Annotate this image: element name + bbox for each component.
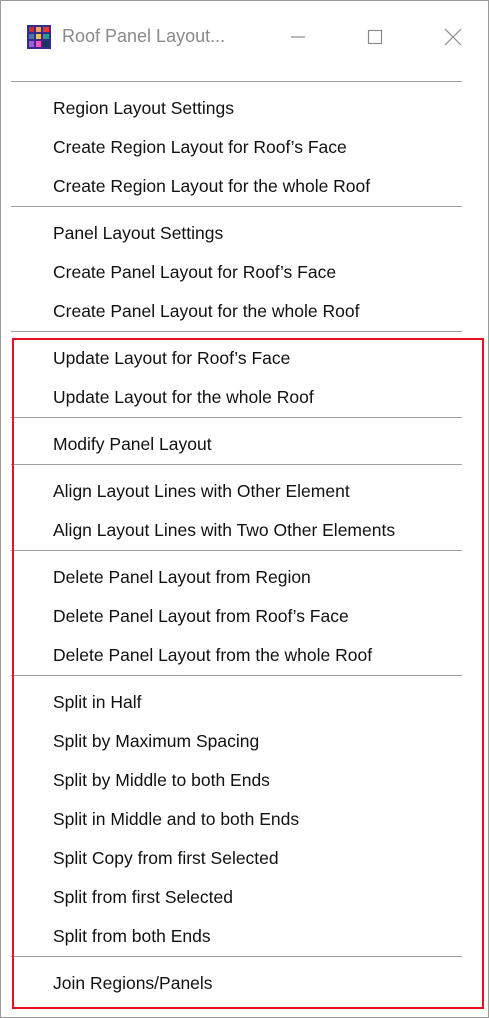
menu-item-create-region-layout-roof[interactable]: Create Region Layout for the whole Roof <box>11 167 486 206</box>
maximize-button[interactable] <box>355 17 395 57</box>
menu-item-split-max-spacing[interactable]: Split by Maximum Spacing <box>11 722 486 761</box>
window-title: Roof Panel Layout... <box>62 26 226 46</box>
menu-item-split-middle-to-ends[interactable]: Split by Middle to both Ends <box>11 761 486 800</box>
menu-item-split-from-both-ends[interactable]: Split from both Ends <box>11 917 486 956</box>
menu-item-delete-layout-face[interactable]: Delete Panel Layout from Roof’s Face <box>11 597 486 636</box>
maximize-icon <box>367 29 383 45</box>
roof-panel-layout-window: Roof Panel Layout... Region Layout Setti… <box>0 0 489 1018</box>
menu-item-join-regions-panels[interactable]: Join Regions/Panels <box>11 964 486 1003</box>
menu-item-create-panel-layout-face[interactable]: Create Panel Layout for Roof’s Face <box>11 253 486 292</box>
close-icon <box>444 28 462 46</box>
menu-item-split-in-half[interactable]: Split in Half <box>11 683 486 722</box>
menu-item-split-copy-first-selected[interactable]: Split Copy from first Selected <box>11 839 486 878</box>
menu-item-modify-panel-layout[interactable]: Modify Panel Layout <box>11 425 486 464</box>
menu-item-update-layout-roof[interactable]: Update Layout for the whole Roof <box>11 378 486 417</box>
minimize-button[interactable] <box>278 17 318 57</box>
menu-item-create-region-layout-face[interactable]: Create Region Layout for Roof’s Face <box>11 128 486 167</box>
menu-item-update-layout-face[interactable]: Update Layout for Roof’s Face <box>11 339 486 378</box>
menu-item-delete-layout-region[interactable]: Delete Panel Layout from Region <box>11 558 486 597</box>
command-menu: Region Layout Settings Create Region Lay… <box>11 81 486 1003</box>
menu-item-create-panel-layout-roof[interactable]: Create Panel Layout for the whole Roof <box>11 292 486 331</box>
app-icon <box>27 25 51 49</box>
menu-item-panel-layout-settings[interactable]: Panel Layout Settings <box>11 214 486 253</box>
menu-item-align-lines-two-elements[interactable]: Align Layout Lines with Two Other Elemen… <box>11 511 486 550</box>
menu-item-region-layout-settings[interactable]: Region Layout Settings <box>11 89 486 128</box>
title-bar[interactable]: Roof Panel Layout... <box>1 1 488 73</box>
minimize-icon <box>291 36 305 38</box>
close-button[interactable] <box>433 17 473 57</box>
menu-item-align-lines-other-element[interactable]: Align Layout Lines with Other Element <box>11 472 486 511</box>
menu-item-delete-layout-roof[interactable]: Delete Panel Layout from the whole Roof <box>11 636 486 675</box>
menu-item-split-from-first-selected[interactable]: Split from first Selected <box>11 878 486 917</box>
menu-item-split-in-middle-and-ends[interactable]: Split in Middle and to both Ends <box>11 800 486 839</box>
